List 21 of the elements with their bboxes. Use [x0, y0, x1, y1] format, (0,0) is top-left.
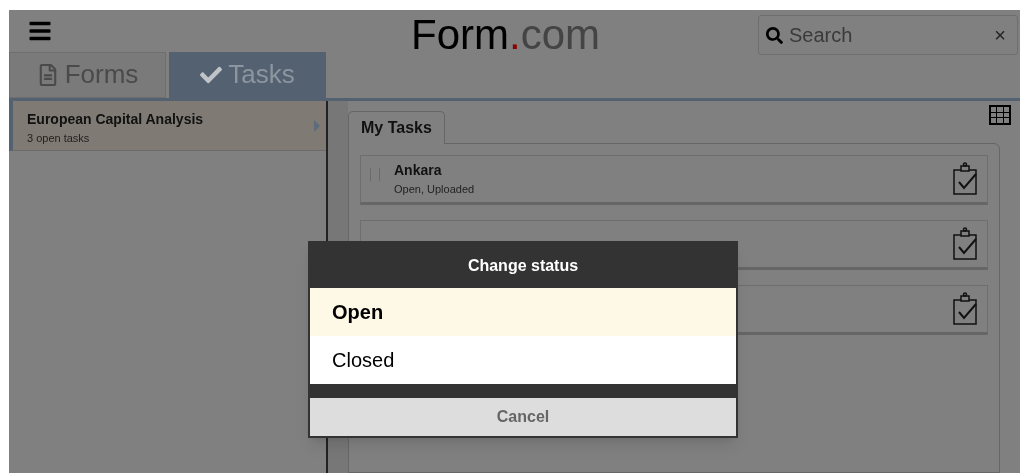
- dialog-title: Change status: [466, 255, 580, 276]
- status-option[interactable]: Closed: [310, 336, 736, 384]
- task-title: Ankara: [394, 161, 443, 181]
- search-bar[interactable]: Search ×: [758, 15, 1018, 55]
- clear-button[interactable]: ×: [994, 20, 1006, 50]
- clipboard-check-icon[interactable]: [952, 292, 978, 326]
- logo: Form.com: [411, 14, 601, 56]
- clipboard-check-icon[interactable]: [952, 162, 978, 196]
- status-option[interactable]: Open: [310, 288, 736, 336]
- search-field[interactable]: Search: [789, 20, 995, 50]
- clipboard-check-icon[interactable]: [952, 227, 978, 261]
- search-icon: [766, 26, 783, 44]
- cancel-button[interactable]: Cancel: [310, 398, 736, 436]
- project-subtitle: 3 open tasks: [27, 131, 91, 146]
- project-title: European Capital Analysis: [27, 110, 205, 129]
- caret-icon: [314, 120, 320, 132]
- task-card[interactable]: Ankara Open, Uploaded: [360, 155, 988, 205]
- table-view-icon[interactable]: [989, 105, 1011, 125]
- content-tab[interactable]: My Tasks: [348, 111, 445, 144]
- sidebar-item[interactable]: European Capital Analysis 3 open tasks: [9, 101, 326, 151]
- task-status: Open, Uploaded: [394, 182, 476, 198]
